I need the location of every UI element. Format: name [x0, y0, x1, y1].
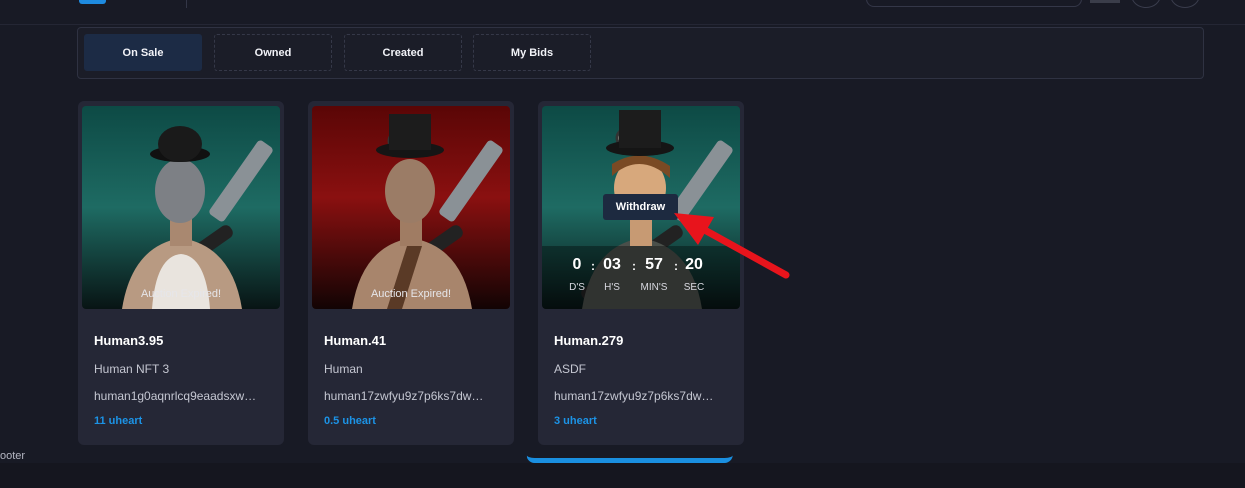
- nft-price: 3 uheart: [554, 415, 597, 427]
- nft-price: 11 uheart: [94, 415, 143, 427]
- nft-title: Human.41: [324, 333, 387, 348]
- footer: [0, 463, 1245, 488]
- nft-card[interactable]: Auction Expired! Human3.95 Human NFT 3 h…: [78, 101, 284, 445]
- profile-tabs: On Sale Owned Created My Bids: [77, 27, 1204, 79]
- navbar-button[interactable]: [1090, 0, 1120, 3]
- auction-status: Auction Expired!: [370, 288, 452, 300]
- footer-label: ooter: [0, 450, 26, 462]
- search-input[interactable]: [866, 0, 1082, 7]
- countdown-days-label: D'S: [569, 282, 585, 293]
- countdown-hours: 03: [603, 256, 621, 273]
- nft-title: Human.279: [554, 333, 624, 348]
- nft-description: ASDF: [554, 362, 587, 376]
- top-navbar: [0, 0, 1245, 25]
- tab-on-sale[interactable]: On Sale: [84, 34, 202, 71]
- nft-description: Human: [324, 362, 363, 376]
- nft-card[interactable]: Auction Expired! Human.41 Human human17z…: [308, 101, 514, 445]
- logo-icon[interactable]: [79, 0, 106, 4]
- owner-address: human1g0aqnrlcq9eaadsxw…: [94, 389, 257, 403]
- nft-description: Human NFT 3: [94, 362, 170, 376]
- countdown-hours-label: H'S: [604, 282, 620, 293]
- tab-created[interactable]: Created: [344, 34, 462, 71]
- tab-my-bids[interactable]: My Bids: [473, 34, 591, 71]
- owner-address: human17zwfyu9z7p6ks7dw…: [324, 389, 484, 403]
- nft-image: Auction Expired!: [82, 106, 280, 309]
- owner-address: human17zwfyu9z7p6ks7dw…: [554, 389, 714, 403]
- auction-status: Auction Expired!: [140, 288, 222, 300]
- notification-icon[interactable]: [1131, 0, 1161, 8]
- countdown-minutes-label: MIN'S: [640, 282, 668, 293]
- navbar-divider: [186, 0, 187, 8]
- countdown-days: 0: [572, 256, 582, 273]
- nft-title: Human3.95: [94, 333, 164, 348]
- nft-image: Auction Expired!: [312, 106, 510, 309]
- avatar[interactable]: [1170, 0, 1200, 8]
- countdown-minutes: 57: [645, 256, 663, 273]
- nft-price: 0.5 uheart: [324, 415, 376, 427]
- tab-owned[interactable]: Owned: [214, 34, 332, 71]
- withdraw-button[interactable]: Withdraw: [603, 194, 678, 220]
- annotation-arrow-icon: [674, 213, 790, 279]
